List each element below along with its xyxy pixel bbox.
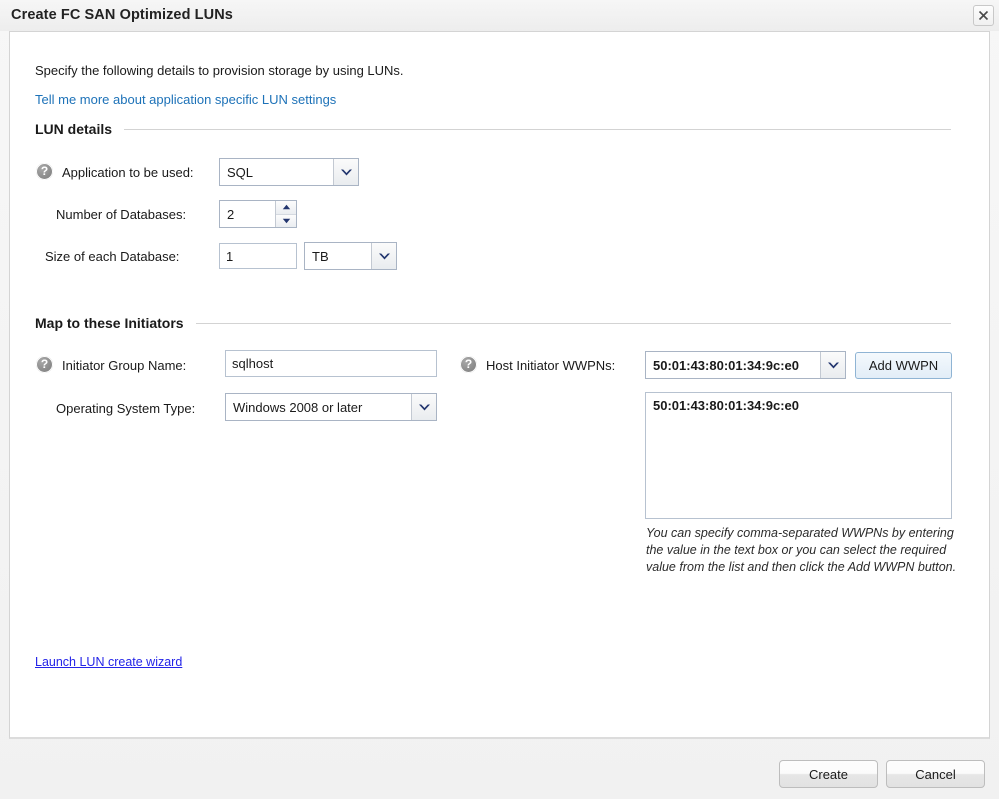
wwpns-value: 50:01:43:80:01:34:9c:e0 bbox=[653, 357, 799, 373]
help-glyph: ? bbox=[40, 164, 49, 178]
initiator-group-label: Initiator Group Name: bbox=[62, 358, 187, 373]
wwpns-help-icon[interactable]: ? bbox=[460, 356, 477, 373]
initiators-section-header: Map to these Initiators bbox=[35, 315, 951, 331]
close-icon[interactable] bbox=[973, 5, 994, 26]
caret-up-glyph bbox=[282, 205, 290, 210]
create-lun-dialog: Create FC SAN Optimized LUNs Specify the… bbox=[0, 0, 999, 799]
close-glyph bbox=[978, 10, 989, 21]
add-wwpn-button[interactable]: Add WWPN bbox=[855, 352, 952, 379]
wwpns-label: Host Initiator WWPNs: bbox=[486, 358, 616, 373]
os-type-label: Operating System Type: bbox=[56, 401, 196, 416]
stepper-buttons bbox=[275, 201, 296, 227]
wwpns-dropdown[interactable]: 50:01:43:80:01:34:9c:e0 bbox=[645, 351, 846, 379]
chevron-glyph bbox=[340, 169, 352, 175]
dialog-titlebar: Create FC SAN Optimized LUNs bbox=[0, 0, 999, 31]
chevron-glyph bbox=[378, 253, 390, 259]
size-unit-value: TB bbox=[312, 248, 329, 264]
size-database-input[interactable] bbox=[219, 243, 297, 269]
os-type-dropdown[interactable]: Windows 2008 or later bbox=[225, 393, 437, 421]
initiator-group-help-icon[interactable]: ? bbox=[36, 356, 53, 373]
caret-up-icon[interactable] bbox=[276, 201, 296, 215]
section-divider bbox=[195, 322, 951, 324]
num-databases-value: 2 bbox=[227, 206, 235, 222]
cancel-button[interactable]: Cancel bbox=[886, 760, 985, 788]
wwpns-listbox[interactable]: 50:01:43:80:01:34:9c:e0 bbox=[645, 392, 952, 519]
wwpns-hint-text: You can specify comma-separated WWPNs by… bbox=[646, 526, 957, 574]
intro-description: Specify the following details to provisi… bbox=[35, 63, 404, 78]
create-button[interactable]: Create bbox=[779, 760, 878, 788]
initiator-group-input[interactable] bbox=[225, 350, 437, 377]
chevron-glyph bbox=[418, 404, 430, 410]
application-value: SQL bbox=[227, 164, 254, 180]
size-unit-dropdown[interactable]: TB bbox=[304, 242, 397, 270]
chevron-glyph bbox=[827, 362, 839, 368]
chevron-down-icon[interactable] bbox=[820, 352, 845, 378]
num-databases-stepper[interactable]: 2 bbox=[219, 200, 297, 228]
dialog-content-panel: Specify the following details to provisi… bbox=[9, 31, 990, 739]
help-glyph: ? bbox=[464, 357, 473, 371]
help-glyph: ? bbox=[40, 357, 49, 371]
section-divider bbox=[124, 128, 951, 130]
launch-lun-create-wizard-link[interactable]: Launch LUN create wizard bbox=[35, 655, 182, 669]
application-help-icon[interactable]: ? bbox=[36, 163, 53, 180]
lun-details-section-header: LUN details bbox=[35, 121, 951, 137]
lun-details-title: LUN details bbox=[35, 121, 113, 137]
list-item[interactable]: 50:01:43:80:01:34:9c:e0 bbox=[646, 393, 951, 413]
application-dropdown[interactable]: SQL bbox=[219, 158, 359, 186]
num-databases-label: Number of Databases: bbox=[56, 207, 187, 222]
caret-down-icon[interactable] bbox=[276, 214, 296, 227]
chevron-down-icon[interactable] bbox=[371, 243, 396, 269]
dialog-title: Create FC SAN Optimized LUNs bbox=[11, 7, 233, 23]
app-specific-lun-settings-link[interactable]: Tell me more about application specific … bbox=[35, 92, 336, 107]
chevron-down-icon[interactable] bbox=[333, 159, 358, 185]
caret-down-glyph bbox=[282, 218, 290, 223]
application-label: Application to be used: bbox=[62, 165, 194, 180]
initiators-title: Map to these Initiators bbox=[35, 315, 184, 331]
chevron-down-icon[interactable] bbox=[411, 394, 436, 420]
size-database-label: Size of each Database: bbox=[45, 249, 180, 264]
os-type-value: Windows 2008 or later bbox=[233, 399, 363, 415]
